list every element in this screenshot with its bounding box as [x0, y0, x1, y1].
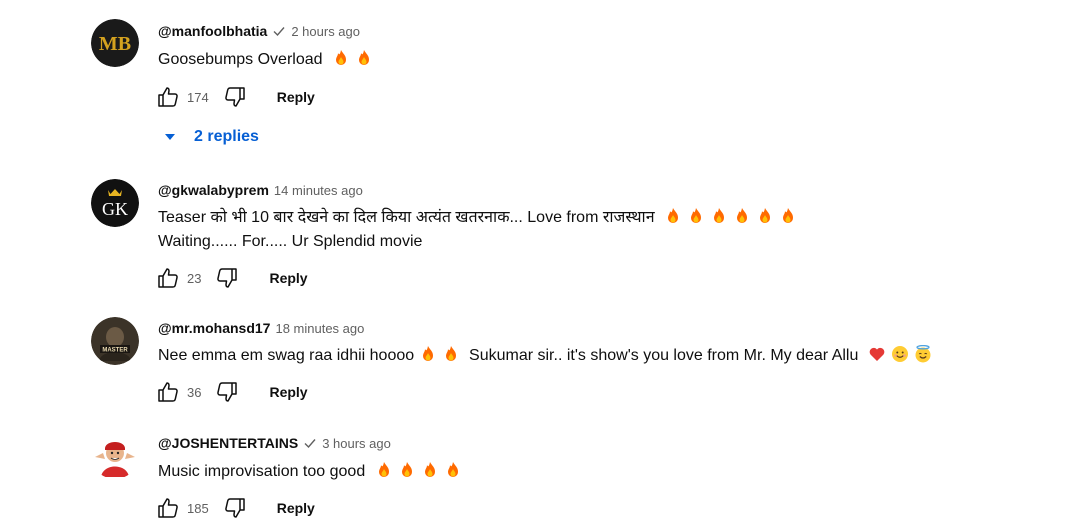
comment-actions: 185 Reply: [154, 494, 315, 522]
reply-button[interactable]: Reply: [277, 89, 315, 105]
comment-text: Nee emma em swag raa idhii hoooo Sukumar…: [158, 344, 932, 368]
thumbs-up-icon: [158, 87, 178, 107]
reply-button[interactable]: Reply: [277, 500, 315, 516]
fire-emoji-icon: [401, 462, 412, 477]
view-replies-button[interactable]: 2 replies: [163, 123, 259, 151]
reply-button[interactable]: Reply: [269, 384, 307, 400]
thumbs-down-icon: [217, 382, 238, 402]
avatar-logo-text: GK: [102, 199, 128, 219]
fire-emoji-icon: [335, 50, 346, 65]
like-count: 36: [187, 384, 202, 400]
caret-down-icon: [165, 134, 175, 140]
dislike-button[interactable]: [213, 378, 241, 406]
comment-line: Music improvisation too good: [158, 463, 366, 480]
thumbs-up-icon: [158, 268, 178, 288]
like-button[interactable]: [154, 264, 182, 292]
verified-check-icon: [304, 439, 316, 449]
fire-emoji-icon: [737, 208, 748, 223]
comment-line: Nee emma em swag raa idhii hoooo: [158, 347, 415, 364]
fire-emoji-icon: [424, 462, 435, 477]
comment-text: Music improvisation too good: [158, 460, 462, 484]
thumbs-up-icon: [158, 382, 178, 402]
fire-emoji-icon: [760, 208, 771, 223]
comment-time[interactable]: 3 hours ago: [322, 436, 391, 451]
comment-author[interactable]: @gkwalabyprem: [158, 182, 269, 198]
comment-time[interactable]: 2 hours ago: [291, 24, 360, 39]
thumbs-down-icon: [224, 87, 245, 107]
avatar[interactable]: GK: [91, 179, 139, 227]
replies-label: 2 replies: [194, 128, 259, 145]
like-button[interactable]: [154, 494, 182, 522]
like-count: 185: [187, 500, 209, 516]
avatar[interactable]: [91, 431, 139, 479]
thumbs-down-icon: [217, 268, 238, 288]
avatar-logo-text: MASTER: [102, 348, 128, 354]
comment-time[interactable]: 18 minutes ago: [275, 321, 364, 336]
verified-check-icon: [273, 27, 285, 37]
comment-author[interactable]: @manfoolbhatia: [158, 23, 267, 39]
avatar-logo-text: MB: [99, 33, 131, 55]
avatar[interactable]: MB: [91, 19, 139, 67]
reply-button[interactable]: Reply: [269, 270, 307, 286]
like-button[interactable]: [154, 83, 182, 111]
dislike-button[interactable]: [213, 264, 241, 292]
dislike-button[interactable]: [221, 83, 249, 111]
fire-emoji-icon: [446, 346, 457, 361]
halo-face-emoji-icon: [915, 345, 931, 363]
comment-actions: 23 Reply: [154, 264, 308, 292]
fire-emoji-icon: [447, 462, 458, 477]
fire-emoji-icon: [783, 208, 794, 223]
comment-line: Teaser को भी 10 बार देखने का दिल किया अत…: [158, 209, 655, 226]
fire-emoji-icon: [378, 462, 389, 477]
like-count: 174: [187, 89, 209, 105]
comment-line: Sukumar sir.. it's show's you love from …: [469, 347, 859, 364]
comment-time[interactable]: 14 minutes ago: [274, 183, 363, 198]
comment-line: Goosebumps Overload: [158, 51, 323, 68]
comment-author[interactable]: @JOSHENTERTAINS: [158, 435, 298, 451]
smiling-face-emoji-icon: [891, 346, 908, 362]
dislike-button[interactable]: [221, 494, 249, 522]
fire-emoji-icon: [358, 50, 369, 65]
fire-emoji-icon: [423, 346, 434, 361]
comment-author[interactable]: @mr.mohansd17: [158, 320, 270, 336]
comment-actions: 36 Reply: [154, 378, 308, 406]
heart-emoji-icon: [869, 347, 885, 361]
avatar[interactable]: MASTER: [91, 317, 139, 365]
fire-emoji-icon: [691, 208, 702, 223]
thumbs-down-icon: [224, 498, 245, 518]
like-count: 23: [187, 270, 202, 286]
fire-emoji-icon: [668, 208, 679, 223]
thumbs-up-icon: [158, 498, 178, 518]
comment-actions: 174 Reply: [154, 83, 315, 111]
comment-text: Goosebumps Overload: [158, 48, 373, 72]
like-button[interactable]: [154, 378, 182, 406]
comment-text: Teaser को भी 10 बार देखने का दिल किया अत…: [158, 206, 797, 254]
comment-line: Waiting...... For..... Ur Splendid movie: [158, 233, 423, 250]
fire-emoji-icon: [714, 208, 725, 223]
